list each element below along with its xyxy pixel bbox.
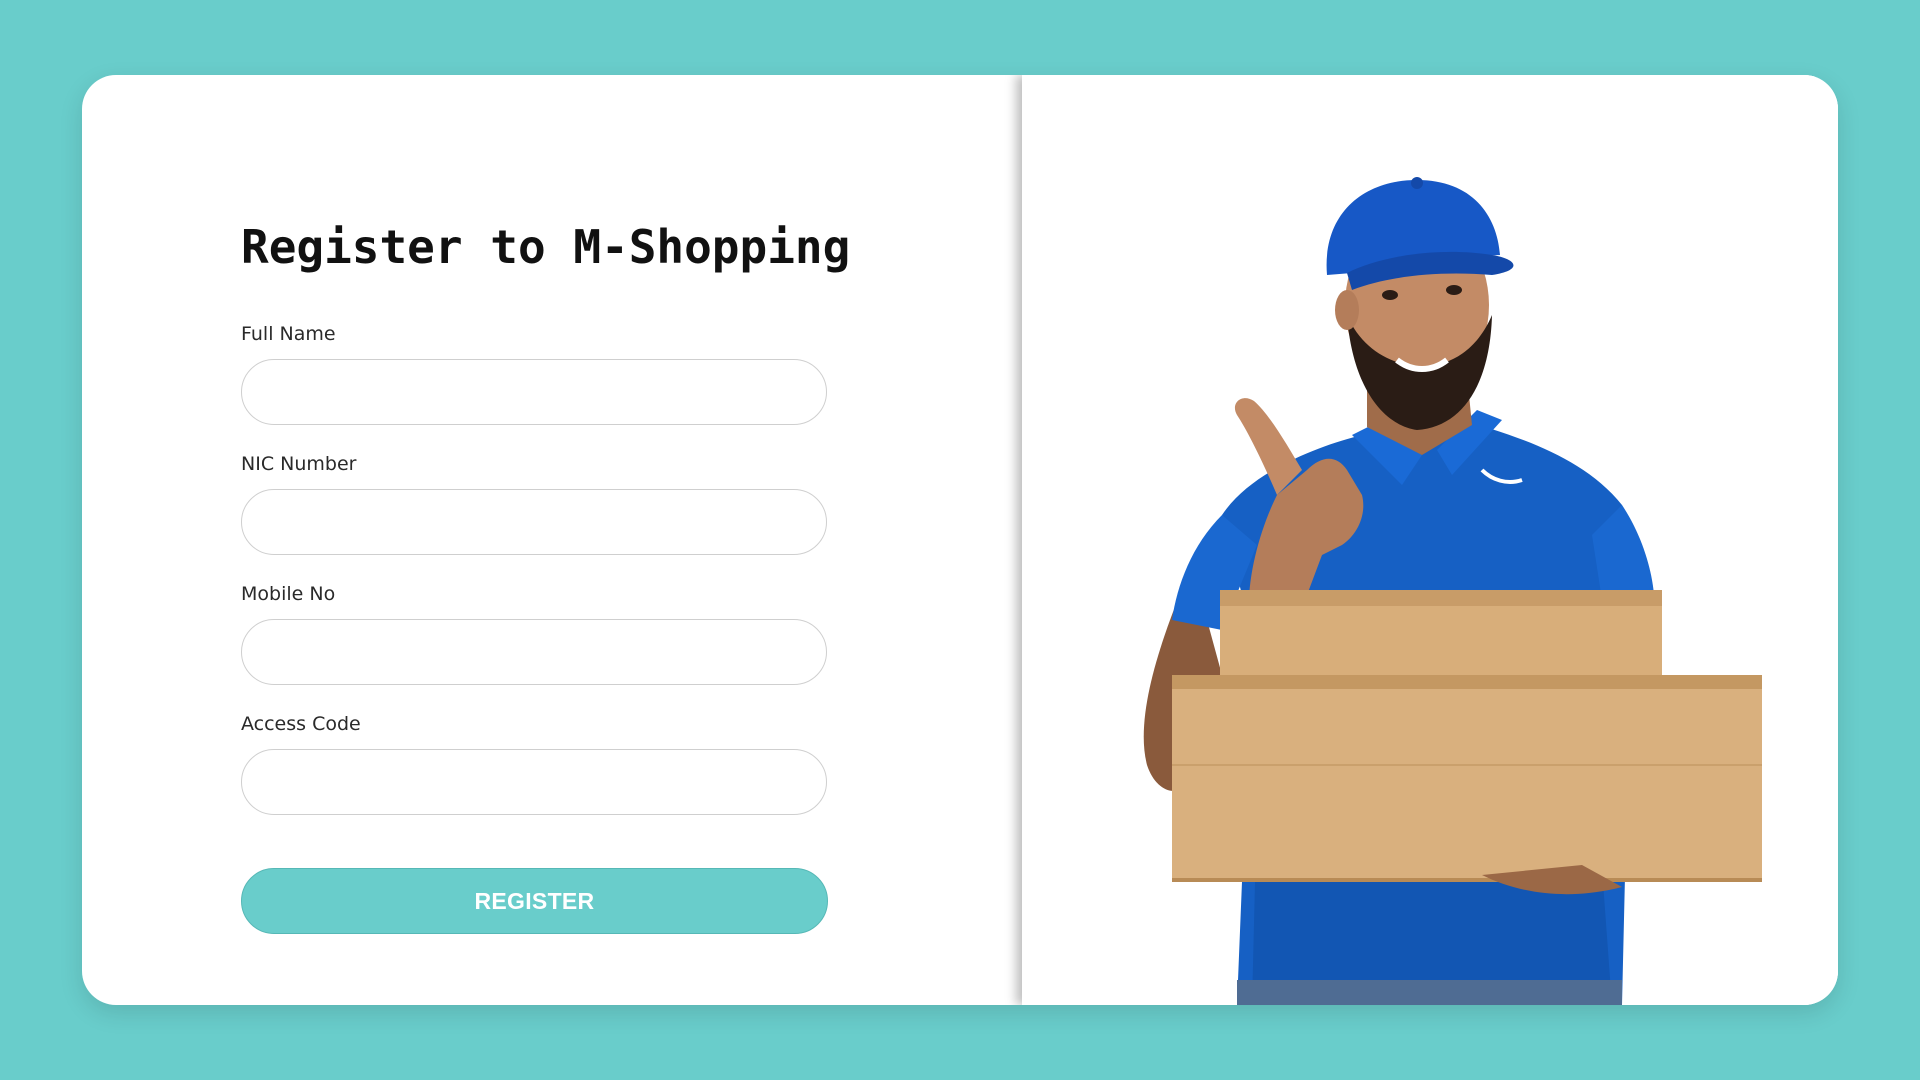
- mobile-no-group: Mobile No: [241, 583, 827, 685]
- mobile-no-input[interactable]: [241, 619, 827, 685]
- access-code-group: Access Code: [241, 713, 827, 815]
- full-name-input[interactable]: [241, 359, 827, 425]
- mobile-no-label: Mobile No: [241, 583, 336, 605]
- full-name-group: Full Name: [241, 323, 827, 425]
- delivery-man-photo: [1022, 75, 1838, 1005]
- full-name-label: Full Name: [241, 323, 336, 345]
- access-code-label: Access Code: [241, 713, 361, 735]
- register-button[interactable]: REGISTER: [241, 868, 828, 934]
- register-card: Register to M-Shopping Full Name NIC Num…: [82, 75, 1838, 1005]
- register-form: Register to M-Shopping Full Name NIC Num…: [82, 75, 1022, 1005]
- page-title: Register to M-Shopping: [241, 220, 851, 274]
- nic-number-label: NIC Number: [241, 453, 357, 475]
- nic-number-group: NIC Number: [241, 453, 827, 555]
- nic-number-input[interactable]: [241, 489, 827, 555]
- delivery-man-illustration: [1022, 75, 1838, 1005]
- access-code-input[interactable]: [241, 749, 827, 815]
